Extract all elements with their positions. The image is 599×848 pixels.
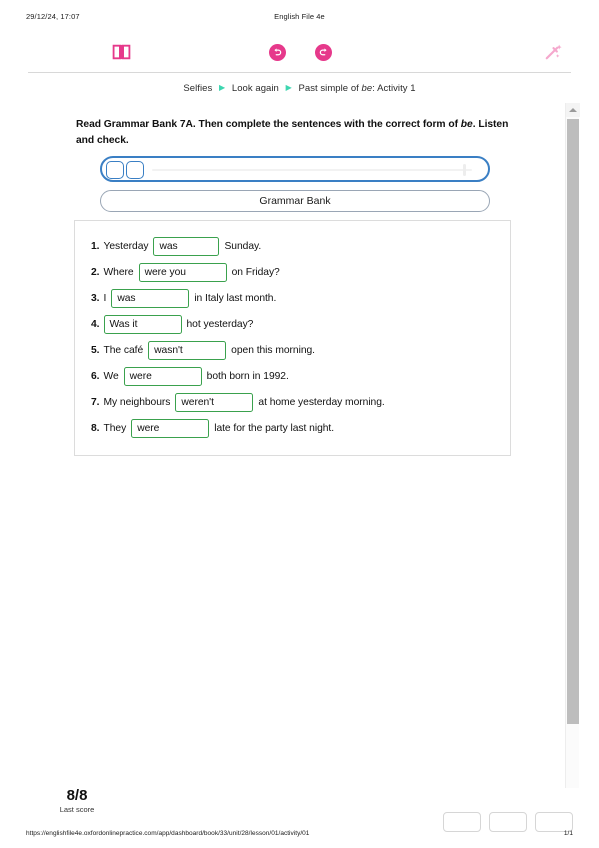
question-text-after: in Italy last month. [194, 292, 277, 304]
undo-button[interactable] [260, 31, 294, 73]
score-block: 8/8 Last score [45, 787, 109, 814]
print-header: 29/12/24, 17:07 English File 4e [0, 12, 599, 26]
scrollbar-thumb[interactable] [567, 119, 579, 724]
question-text-after: open this morning. [231, 344, 315, 356]
grammar-bank-button[interactable]: Grammar Bank [100, 190, 490, 212]
question-number: 8. [91, 422, 100, 434]
answer-input[interactable]: were [131, 418, 210, 438]
question-number: 1. [91, 240, 100, 252]
audio-player[interactable] [100, 156, 490, 182]
footer-page-number: 1/1 [563, 830, 573, 837]
print-title: English File 4e [274, 12, 325, 21]
question-text-after: late for the party last night. [214, 422, 335, 434]
question-number: 7. [91, 396, 100, 408]
magic-wand-icon[interactable] [536, 31, 570, 73]
question-text-after: both born in 1992. [206, 370, 289, 382]
question-text-after: at home yesterday morning. [258, 396, 385, 408]
question-text-before: The café [103, 344, 144, 356]
audio-progress-track[interactable] [152, 169, 472, 171]
answer-input[interactable]: were [123, 366, 202, 386]
redo-icon [314, 43, 332, 61]
breadcrumb: Selfies ▶ Look again ▶ Past simple of be… [0, 83, 599, 94]
breadcrumb-activity-em: be [361, 83, 373, 94]
question-text-before: My neighbours [103, 396, 171, 408]
vertical-scrollbar[interactable] [565, 103, 580, 788]
audio-volume-handle[interactable] [463, 164, 466, 176]
answer-input[interactable]: were you [138, 262, 227, 282]
question-row: 3. Iwas in Italy last month. [91, 287, 510, 309]
open-book-icon[interactable] [104, 31, 138, 73]
breadcrumb-separator-icon: ▶ [218, 83, 226, 92]
question-text-before: I [103, 292, 107, 304]
page-root: 29/12/24, 17:07 English File 4e Selfies … [0, 0, 599, 848]
question-text-after: on Friday? [231, 266, 280, 278]
answer-input[interactable]: was [111, 288, 190, 308]
score-value: 8/8 [66, 787, 88, 804]
question-number: 5. [91, 344, 100, 356]
question-number: 3. [91, 292, 100, 304]
breadcrumb-item-look-again[interactable]: Look again [232, 83, 279, 94]
question-text-before: Where [103, 266, 134, 278]
question-text-before: Yesterday [103, 240, 149, 252]
answer-input[interactable]: Was it [103, 314, 182, 334]
question-number: 2. [91, 266, 100, 278]
answer-input[interactable]: weren't [175, 392, 254, 412]
question-row: 8. They were late for the party last night. [91, 417, 510, 439]
question-row: 7. My neighbours weren't at home yesterday … [91, 391, 510, 413]
breadcrumb-item-activity: Past simple of be: Activity 1 [298, 83, 415, 94]
app-toolbar [28, 31, 571, 73]
question-row: 2. Where were you on Friday? [91, 261, 510, 283]
action-button-2[interactable] [489, 812, 527, 832]
questions-panel: 1. Yesterday was Sunday. 2. Where were you on F… [74, 220, 511, 456]
stop-button[interactable] [126, 161, 144, 179]
score-label: Last score [59, 805, 95, 814]
breadcrumb-separator-icon: ▶ [285, 83, 292, 92]
question-row: 6. We were both born in 1992. [91, 365, 510, 387]
breadcrumb-activity-post: : Activity 1 [372, 83, 416, 94]
action-button-1[interactable] [443, 812, 481, 832]
grammar-bank-label: Grammar Bank [259, 195, 331, 207]
breadcrumb-item-selfies[interactable]: Selfies [183, 83, 212, 94]
question-number: 6. [91, 370, 100, 382]
instruction-em: be [460, 119, 473, 130]
activity-action-buttons [443, 812, 573, 832]
play-button[interactable] [106, 161, 124, 179]
redo-button[interactable] [306, 31, 340, 73]
breadcrumb-activity-pre: Past simple of [298, 83, 362, 94]
question-row: 4. Was it hot yesterday? [91, 313, 510, 335]
action-button-3[interactable] [535, 812, 573, 832]
activity-scroll-region: Read Grammar Bank 7A. Then complete the … [28, 103, 571, 788]
instruction-part1: Read Grammar Bank 7A. Then complete the … [76, 119, 461, 130]
instruction-text: Read Grammar Bank 7A. Then complete the … [76, 117, 516, 148]
question-text-before: They [103, 422, 127, 434]
scroll-up-arrow-icon[interactable] [566, 103, 580, 117]
question-text-after: hot yesterday? [186, 318, 254, 330]
question-row: 5. The café wasn't open this morning. [91, 339, 510, 361]
question-text-before: We [103, 370, 119, 382]
answer-input[interactable]: wasn't [148, 340, 227, 360]
question-row: 1. Yesterday was Sunday. [91, 235, 510, 257]
print-footer: https://englishfile4e.oxfordonlinepracti… [0, 830, 599, 842]
question-number: 4. [91, 318, 100, 330]
undo-icon [268, 43, 286, 61]
answer-input[interactable]: was [153, 236, 220, 256]
question-text-after: Sunday. [224, 240, 262, 252]
footer-url: https://englishfile4e.oxfordonlinepracti… [26, 830, 310, 837]
